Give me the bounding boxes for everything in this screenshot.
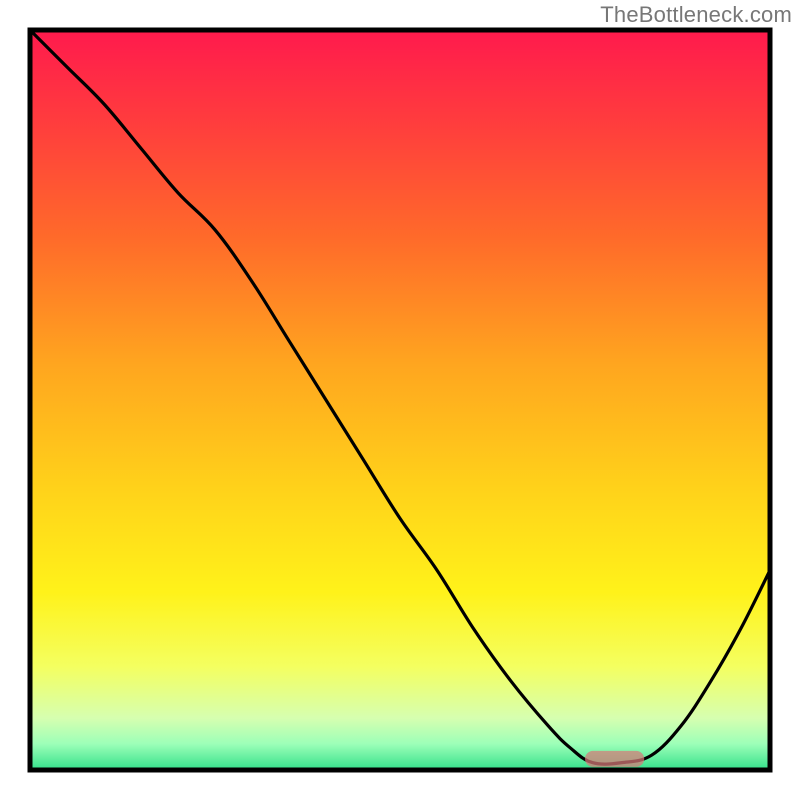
optimal-marker: [585, 751, 644, 767]
plot-background: [30, 30, 770, 770]
chart-container: TheBottleneck.com: [0, 0, 800, 800]
chart-svg: [0, 0, 800, 800]
